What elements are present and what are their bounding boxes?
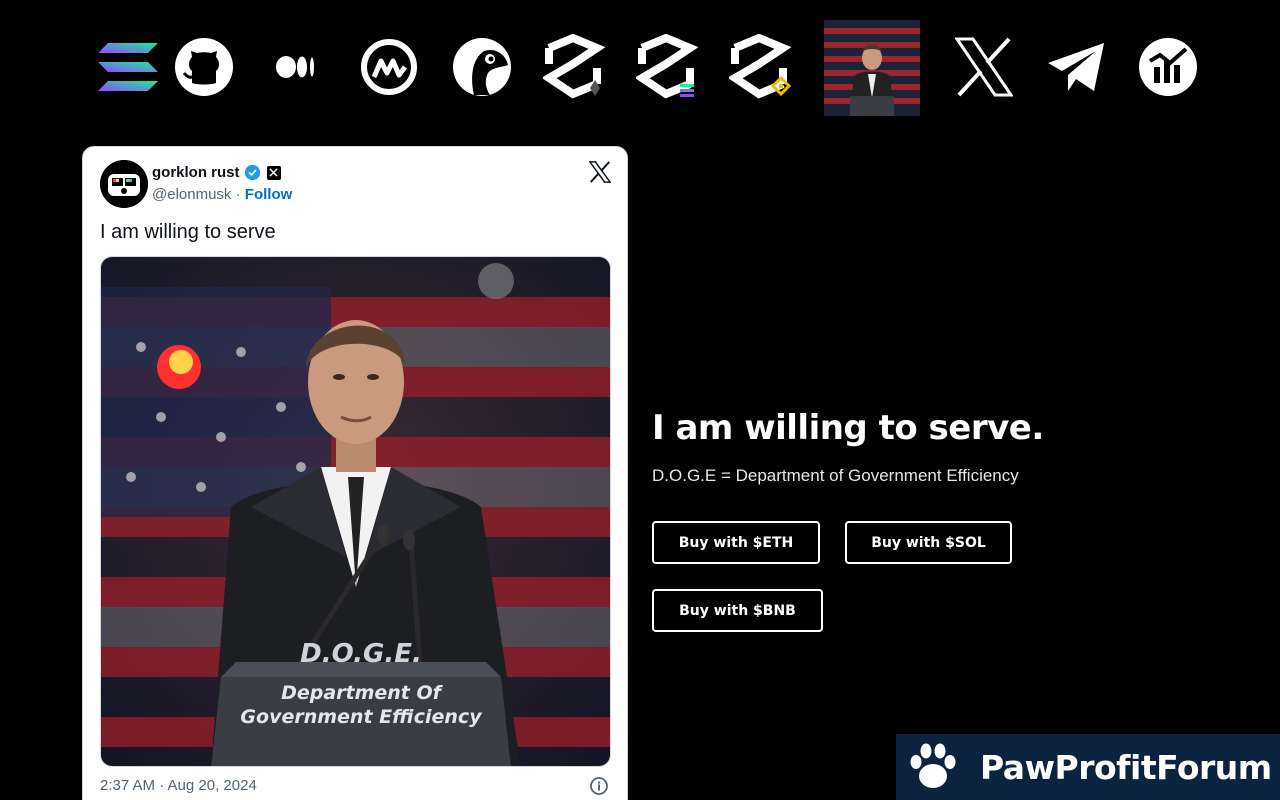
verified-badge-icon: [244, 164, 260, 181]
telegram-icon[interactable]: [1028, 18, 1124, 116]
x-affiliate-badge-icon: [266, 165, 281, 180]
coinmarketcap-icon[interactable]: [341, 18, 437, 116]
handle[interactable]: @elonmusk: [152, 186, 231, 203]
paw-icon: [910, 743, 956, 788]
watermark-banner: PawProfitForum: [896, 734, 1280, 800]
podium-top-text: D.O.G.E.: [300, 639, 422, 669]
medium-icon[interactable]: [248, 18, 344, 116]
info-icon[interactable]: [589, 776, 609, 796]
dextools-bnb-icon[interactable]: [712, 18, 808, 116]
tweet-author-name[interactable]: gorklon rust: [152, 164, 281, 181]
buy-with-bnb-button[interactable]: Buy with $BNB: [652, 589, 823, 632]
hero-subtitle: D.O.G.E = Department of Government Effic…: [652, 466, 1019, 485]
doge-portrait-thumbnail[interactable]: [824, 20, 920, 116]
coingecko-icon[interactable]: [434, 18, 530, 116]
display-name[interactable]: gorklon rust: [152, 164, 240, 181]
buy-with-sol-button[interactable]: Buy with $SOL: [845, 521, 1012, 564]
tweet-image[interactable]: D.O.G.E. Department Of Government Effici…: [100, 256, 611, 767]
podium-line1-text: Department Of: [281, 682, 444, 704]
buy-with-eth-button[interactable]: Buy with $ETH: [652, 521, 820, 564]
avatar[interactable]: [100, 160, 148, 208]
x-icon[interactable]: [936, 18, 1032, 116]
tweet-timestamp[interactable]: 2:37 AM · Aug 20, 2024: [100, 777, 257, 794]
embedded-tweet-card[interactable]: gorklon rust @elonmusk · Follow I am wil…: [82, 146, 628, 800]
dexscreener-icon[interactable]: [1120, 18, 1216, 116]
social-icon-row: [80, 18, 1200, 118]
tweet-text: I am willing to serve: [100, 221, 276, 243]
x-logo-icon[interactable]: [589, 161, 611, 183]
watermark-text: PawProfitForum: [980, 747, 1272, 787]
dextools-eth-icon[interactable]: [526, 18, 622, 116]
dextools-sol-icon[interactable]: [619, 18, 715, 116]
tweet-handle-line: @elonmusk · Follow: [152, 186, 292, 203]
follow-button[interactable]: Follow: [245, 186, 293, 203]
podium-line2-text: Government Efficiency: [240, 706, 483, 728]
hero-title: I am willing to serve.: [652, 408, 1044, 448]
github-icon[interactable]: [156, 18, 252, 116]
separator: ·: [231, 186, 245, 203]
